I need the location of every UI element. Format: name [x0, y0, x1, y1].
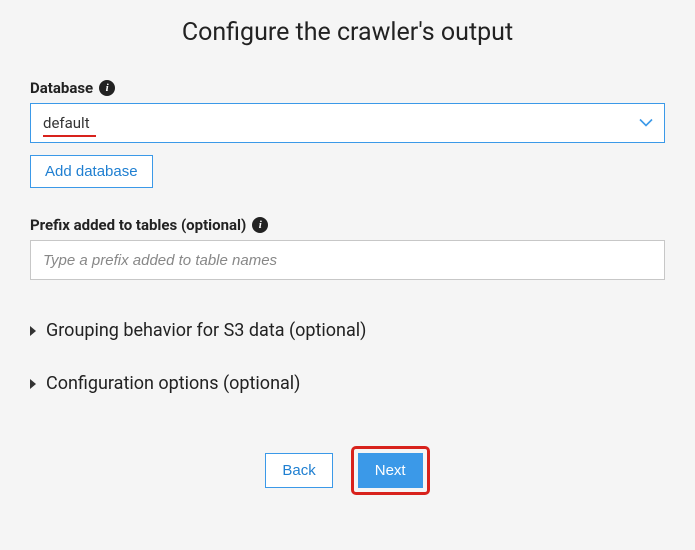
prefix-field-group: Prefix added to tables (optional) i	[30, 216, 665, 280]
next-button[interactable]: Next	[358, 453, 423, 488]
grouping-behavior-section[interactable]: Grouping behavior for S3 data (optional)	[30, 320, 665, 341]
grouping-behavior-label: Grouping behavior for S3 data (optional)	[46, 320, 366, 341]
caret-right-icon	[30, 379, 36, 389]
caret-right-icon	[30, 326, 36, 336]
back-button[interactable]: Back	[265, 453, 332, 488]
configuration-options-section[interactable]: Configuration options (optional)	[30, 373, 665, 394]
prefix-input[interactable]	[30, 240, 665, 280]
page-title: Configure the crawler's output	[30, 18, 665, 47]
next-button-highlight: Next	[351, 446, 430, 495]
database-label: Database	[30, 79, 93, 97]
prefix-label-row: Prefix added to tables (optional) i	[30, 216, 665, 234]
database-field-group: Database i default Add database	[30, 79, 665, 188]
footer-buttons: Back Next	[30, 446, 665, 495]
database-dropdown[interactable]: default	[30, 103, 665, 143]
add-database-button[interactable]: Add database	[30, 155, 153, 188]
database-label-row: Database i	[30, 79, 665, 97]
prefix-label: Prefix added to tables (optional)	[30, 216, 246, 234]
database-dropdown-value: default	[43, 114, 90, 132]
database-dropdown-field[interactable]: default	[30, 103, 665, 143]
info-icon[interactable]: i	[252, 217, 268, 233]
info-icon[interactable]: i	[99, 80, 115, 96]
configuration-options-label: Configuration options (optional)	[46, 373, 300, 394]
